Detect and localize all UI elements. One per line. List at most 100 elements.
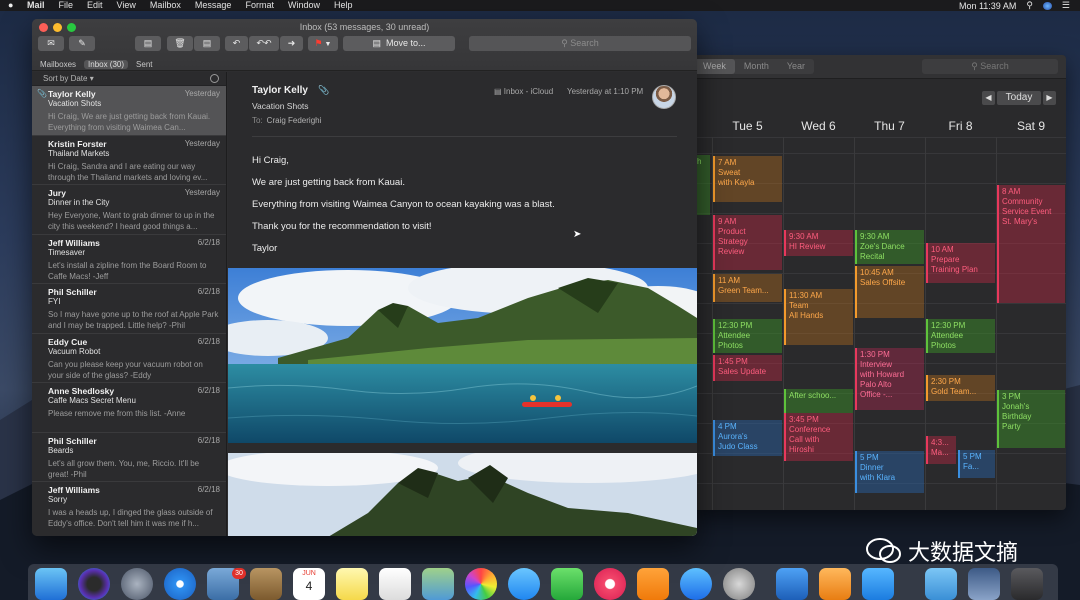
move-to-button[interactable]: ▤ Move to... xyxy=(343,36,455,51)
reader-sender[interactable]: Taylor Kelly xyxy=(252,85,308,96)
siri-icon[interactable] xyxy=(1042,1,1052,10)
calendar-event[interactable]: 11:30 AM Team All Hands xyxy=(784,289,853,345)
menu-format[interactable]: Format xyxy=(245,0,274,11)
get-mail-button[interactable]: ✉ xyxy=(38,36,64,51)
menu-clock[interactable]: Mon 11:39 AM xyxy=(959,1,1016,11)
xcode-icon[interactable] xyxy=(862,568,894,600)
previous-week-button[interactable]: ◀ xyxy=(982,91,995,105)
day-header-tue[interactable]: Tue 5 xyxy=(712,115,783,137)
pages-icon[interactable] xyxy=(819,568,851,600)
delete-button[interactable]: 🗑 xyxy=(167,36,193,51)
finder-icon[interactable] xyxy=(35,568,67,600)
view-week-button[interactable]: Week xyxy=(694,59,735,74)
itunes-icon[interactable] xyxy=(594,568,626,600)
view-month-button[interactable]: Month xyxy=(735,59,778,74)
message-row[interactable]: Jeff Williams 6/2/18 Sorry I was a heads… xyxy=(32,482,226,532)
calendar-event[interactable]: 9:30 AM Zoe's Dance Recital xyxy=(855,230,924,264)
menu-edit[interactable]: Edit xyxy=(87,0,103,11)
menu-app-mail[interactable]: Mail xyxy=(27,0,45,11)
reminders-icon[interactable] xyxy=(379,568,411,600)
reply-all-button[interactable]: ↶↶ xyxy=(249,36,279,51)
menu-view[interactable]: View xyxy=(117,0,136,11)
favorites-inbox[interactable]: Inbox (30) xyxy=(84,60,129,69)
archive-button[interactable]: ▤ xyxy=(135,36,161,51)
message-row[interactable]: Jeff Williams 6/2/18 Timesaver Let's ins… xyxy=(32,235,226,284)
apple-menu-icon[interactable]: ● xyxy=(8,1,17,10)
calendar-event[interactable]: 9:30 AM HI Review xyxy=(784,230,853,256)
menu-message[interactable]: Message xyxy=(195,0,232,11)
facetime-icon[interactable] xyxy=(551,568,583,600)
calendar-event[interactable]: 12:30 PM Attendee Photos xyxy=(713,319,782,353)
sort-menu[interactable]: Sort by Date ▾ xyxy=(32,72,226,86)
calendar-event[interactable]: 9 AM Product Strategy Review xyxy=(713,215,782,270)
message-row[interactable]: Phil Schiller 6/2/18 FYI So I may have g… xyxy=(32,284,226,334)
photos-icon[interactable] xyxy=(465,568,497,600)
calendar-event[interactable]: 5 PM Dinner with Klara xyxy=(855,451,924,493)
favorites-sent[interactable]: Sent xyxy=(136,60,152,69)
calendar-event[interactable]: 4 PM Aurora's Judo Class xyxy=(713,420,782,456)
flag-button[interactable]: ⚑ ▼ xyxy=(308,36,338,51)
attachment-photo-mountains[interactable] xyxy=(228,453,697,536)
calendar-event[interactable]: 12:30 PM Attendee Photos xyxy=(926,319,995,353)
reply-button[interactable]: ↶ xyxy=(225,36,248,51)
launchpad-icon[interactable] xyxy=(121,568,153,600)
calendar-event[interactable]: 11 AM Green Team... xyxy=(713,274,782,302)
calendar-event[interactable]: 4:3... Ma... xyxy=(926,436,956,464)
calendar-event[interactable]: 5 PM Fa... xyxy=(958,450,995,478)
notes-icon[interactable] xyxy=(336,568,368,600)
mail-search-field[interactable]: ⚲ Search xyxy=(469,36,691,51)
calendar-event[interactable]: After schoo... xyxy=(784,389,853,413)
day-header-fri[interactable]: Fri 8 xyxy=(925,115,996,137)
calendar-icon[interactable]: JUN 4 xyxy=(293,568,325,600)
contacts-icon[interactable] xyxy=(250,568,282,600)
messages-icon[interactable] xyxy=(508,568,540,600)
stack-icon[interactable] xyxy=(968,568,1000,600)
keynote-icon[interactable] xyxy=(776,568,808,600)
calendar-event[interactable]: 1:45 PM Sales Update xyxy=(713,355,782,381)
junk-button[interactable]: ▤ xyxy=(194,36,220,51)
favorites-mailboxes[interactable]: Mailboxes xyxy=(40,60,76,69)
menu-mailbox[interactable]: Mailbox xyxy=(150,0,181,11)
system-preferences-icon[interactable] xyxy=(723,568,755,600)
compose-button[interactable]: ✎ xyxy=(69,36,95,51)
calendar-search-field[interactable]: ⚲ Search xyxy=(922,59,1058,74)
next-week-button[interactable]: ▶ xyxy=(1043,91,1056,105)
calendar-event[interactable]: 7 AM Sweat with Kayla xyxy=(713,156,782,202)
books-icon[interactable] xyxy=(637,568,669,600)
day-header-sat[interactable]: Sat 9 xyxy=(996,115,1066,137)
calendar-event[interactable]: 3:45 PM Conference Call with Hiroshi xyxy=(784,413,853,461)
today-button[interactable]: Today xyxy=(997,91,1041,105)
calendar-event[interactable]: 10 AM Prepare Training Plan xyxy=(926,243,995,283)
app-store-icon[interactable] xyxy=(680,568,712,600)
view-year-button[interactable]: Year xyxy=(778,59,814,74)
recipient-name[interactable]: Craig Federighi xyxy=(267,116,322,125)
message-row[interactable]: Phil Schiller 6/2/18 Beards Let's all gr… xyxy=(32,433,226,482)
calendar-event[interactable]: 3 PM Jonah's Birthday Party xyxy=(997,390,1065,448)
day-header-wed[interactable]: Wed 6 xyxy=(783,115,854,137)
message-row[interactable]: 📎 Taylor Kelly Yesterday Vacation Shots … xyxy=(32,86,226,136)
spotlight-icon[interactable]: ⚲ xyxy=(1026,0,1033,11)
calendar-event[interactable]: 8 AM Community Service Event St. Mary's xyxy=(997,185,1065,303)
calendar-event[interactable]: 10:45 AM Sales Offsite xyxy=(855,266,924,318)
menu-help[interactable]: Help xyxy=(334,0,353,11)
maps-icon[interactable] xyxy=(422,568,454,600)
calendar-week-grid[interactable]: h 7 AM Sweat with Kayla 9 AM Product Strateg… xyxy=(690,137,1066,510)
safari-icon[interactable] xyxy=(164,568,196,600)
attachment-photo-kayak[interactable] xyxy=(228,268,697,443)
menu-file[interactable]: File xyxy=(59,0,74,11)
calendar-event[interactable]: 1:30 PM Interview with Howard Palo Alto Offi… xyxy=(855,348,924,410)
day-header-thu[interactable]: Thu 7 xyxy=(854,115,925,137)
forward-button[interactable]: ➜ xyxy=(280,36,303,51)
message-row[interactable]: Kristin Forster Yesterday Thailand Marke… xyxy=(32,136,226,185)
notification-center-icon[interactable]: ☰ xyxy=(1062,0,1070,11)
attachment-icon[interactable]: 📎 xyxy=(318,85,329,96)
filter-icon[interactable] xyxy=(210,74,219,83)
downloads-folder-icon[interactable] xyxy=(925,568,957,600)
siri-icon[interactable] xyxy=(78,568,110,600)
message-row[interactable]: Eddy Cue 6/2/18 Vacuum Robot Can you ple… xyxy=(32,334,226,383)
trash-icon[interactable] xyxy=(1011,568,1043,600)
calendar-event[interactable]: 2:30 PM Gold Team... xyxy=(926,375,995,401)
message-row[interactable]: Anne Shedlosky 6/2/18 Caffe Macs Secret … xyxy=(32,383,226,433)
message-row[interactable]: Jury Yesterday Dinner in the City Hey Ev… xyxy=(32,185,226,235)
menu-window[interactable]: Window xyxy=(288,0,320,11)
